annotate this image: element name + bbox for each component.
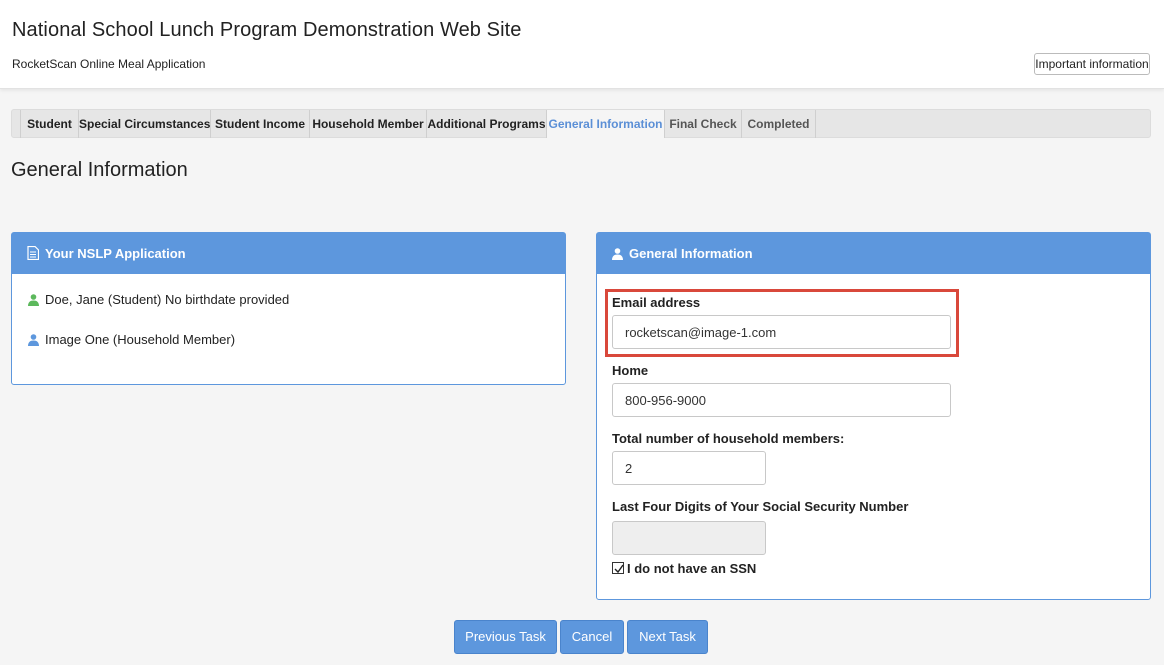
application-item-label: Image One (Household Member)	[45, 332, 236, 347]
application-item-label: Doe, Jane (Student) No birthdate provide…	[45, 292, 290, 307]
email-label: Email address	[612, 295, 701, 310]
cancel-button[interactable]: Cancel	[560, 620, 624, 654]
no-ssn-checkbox[interactable]	[612, 562, 624, 574]
email-field[interactable]	[612, 315, 951, 349]
site-title: National School Lunch Program Demonstrat…	[12, 19, 522, 41]
task-tabs: Student Special Circumstances Student In…	[11, 109, 1151, 138]
general-panel-header: General Information	[597, 233, 1150, 274]
tab-additional-programs[interactable]: Additional Programs	[427, 110, 547, 138]
household-total-field[interactable]	[612, 451, 766, 485]
important-information-button[interactable]: Important information	[1034, 53, 1150, 75]
application-item-household-member[interactable]: Image One (Household Member)	[28, 332, 235, 347]
tab-completed[interactable]: Completed	[742, 110, 816, 138]
ssn-label: Last Four Digits of Your Social Security…	[612, 499, 909, 514]
ssn-field[interactable]	[612, 521, 766, 555]
home-phone-field[interactable]	[612, 383, 951, 417]
tab-general-information[interactable]: General Information	[547, 110, 665, 138]
tab-student-income[interactable]: Student Income	[211, 110, 310, 138]
application-panel-title: Your NSLP Application	[45, 246, 186, 261]
next-task-button[interactable]: Next Task	[627, 620, 708, 654]
tab-student[interactable]: Student	[20, 110, 79, 138]
no-ssn-label: I do not have an SSN	[627, 561, 757, 576]
application-panel-header: Your NSLP Application	[12, 233, 565, 274]
page-title: General Information	[11, 159, 188, 181]
home-phone-label: Home	[612, 363, 649, 378]
no-ssn-row: I do not have an SSN	[612, 561, 756, 576]
application-item-student[interactable]: Doe, Jane (Student) No birthdate provide…	[28, 292, 289, 307]
application-panel: Your NSLP Application Doe, Jane (Student…	[11, 232, 566, 385]
general-panel-title: General Information	[629, 246, 753, 261]
tab-household-member[interactable]: Household Member	[310, 110, 427, 138]
site-subtitle: RocketScan Online Meal Application	[12, 57, 206, 71]
document-icon	[27, 245, 45, 261]
previous-task-button[interactable]: Previous Task	[454, 620, 557, 654]
household-total-label: Total number of household members:	[612, 431, 845, 446]
tab-special-circumstances[interactable]: Special Circumstances	[79, 110, 211, 138]
user-icon	[28, 332, 45, 347]
user-icon	[28, 292, 45, 307]
site-header: National School Lunch Program Demonstrat…	[0, 0, 1164, 89]
tab-final-check[interactable]: Final Check	[665, 110, 742, 138]
user-icon	[612, 246, 629, 261]
